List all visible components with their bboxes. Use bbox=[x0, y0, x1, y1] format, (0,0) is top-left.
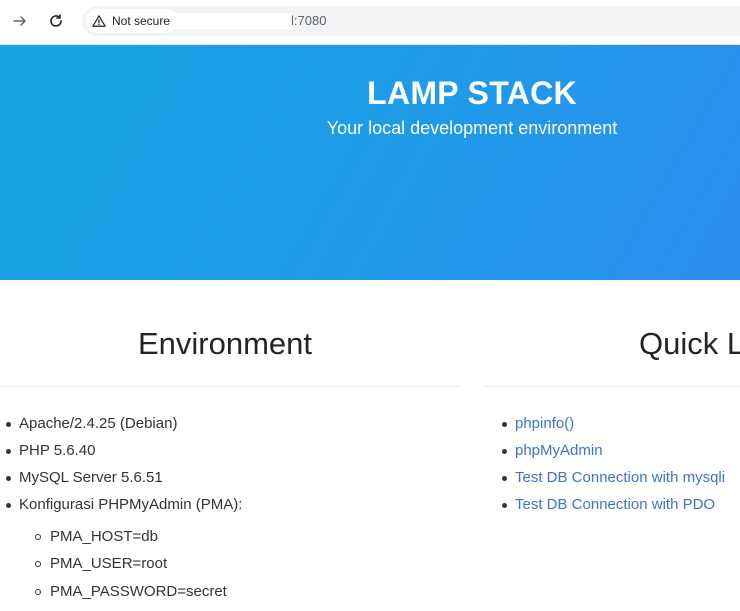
list-item: MySQL Server 5.6.51 bbox=[19, 469, 163, 486]
divider bbox=[484, 386, 740, 387]
list-item: Apache/2.4.25 (Debian) bbox=[19, 415, 178, 432]
hero-title: LAMP STACK bbox=[367, 75, 577, 111]
list-item: Konfigurasi PHPMyAdmin (PMA): bbox=[19, 496, 243, 513]
bullet bbox=[6, 503, 11, 508]
list-item: PMA_USER=root bbox=[50, 555, 168, 572]
bullet bbox=[6, 476, 11, 481]
hero-banner: LAMP STACK Your local development enviro… bbox=[0, 45, 740, 280]
url-text[interactable]: l:7080 bbox=[291, 13, 326, 29]
environment-heading: Environment bbox=[137, 326, 313, 361]
browser-toolbar: Not secure l:7080 bbox=[0, 0, 740, 45]
address-bar[interactable]: Not secure l:7080 bbox=[82, 6, 740, 36]
bullet bbox=[502, 449, 507, 454]
arrow-right-icon[interactable] bbox=[8, 9, 32, 33]
quick-links-heading: Quick L bbox=[639, 326, 740, 361]
list-item: PMA_PASSWORD=secret bbox=[50, 583, 227, 600]
bullet bbox=[6, 422, 11, 427]
bullet bbox=[502, 422, 507, 427]
pdo-test-link[interactable]: Test DB Connection with PDO bbox=[515, 496, 715, 514]
security-label: Not secure bbox=[112, 14, 171, 28]
phpinfo-link[interactable]: phpinfo() bbox=[515, 415, 574, 433]
warning-triangle-icon bbox=[92, 15, 106, 27]
bullet bbox=[35, 561, 41, 567]
bullet bbox=[502, 503, 507, 508]
bullet bbox=[6, 449, 11, 454]
bullet bbox=[35, 589, 41, 595]
hero-subtitle: Your local development environment bbox=[326, 118, 618, 138]
bullet bbox=[502, 476, 507, 481]
reload-icon[interactable] bbox=[44, 9, 68, 33]
mysqli-test-link[interactable]: Test DB Connection with mysqli bbox=[515, 469, 725, 487]
phpmyadmin-link[interactable]: phpMyAdmin bbox=[515, 442, 603, 460]
list-item: PMA_HOST=db bbox=[50, 528, 158, 545]
list-item: PHP 5.6.40 bbox=[19, 442, 96, 459]
divider bbox=[0, 386, 460, 387]
url-redacted-area bbox=[174, 13, 292, 29]
bullet bbox=[35, 534, 41, 540]
security-chip[interactable]: Not secure bbox=[86, 9, 179, 33]
